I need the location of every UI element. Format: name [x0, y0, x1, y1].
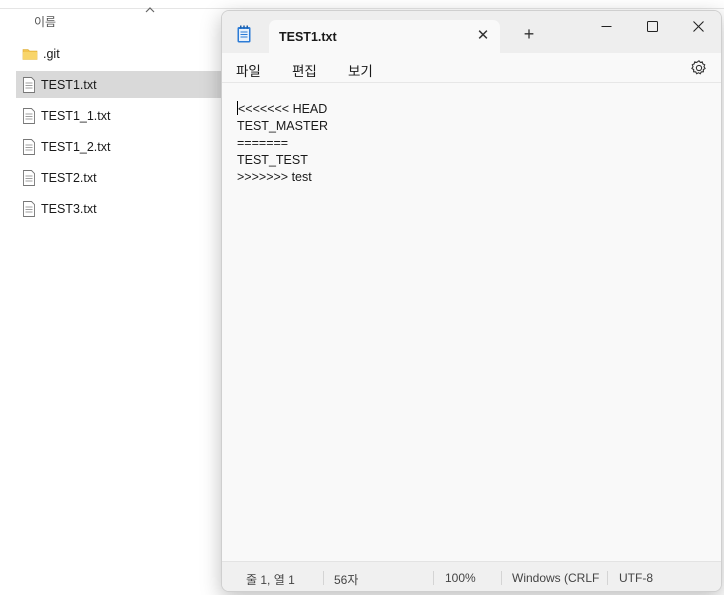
notepad-app-icon: [237, 25, 251, 43]
status-zoom[interactable]: 100%: [445, 571, 476, 585]
editor-line: TEST_MASTER: [237, 119, 328, 133]
file-item-test1-1[interactable]: TEST1_1.txt: [16, 102, 226, 129]
minimize-icon: [601, 25, 611, 27]
file-item-test1-2[interactable]: TEST1_2.txt: [16, 133, 226, 160]
status-char-count: 56자: [334, 573, 359, 587]
column-header-name[interactable]: 이름: [34, 13, 56, 30]
editor-line: >>>>>>> test: [237, 170, 312, 184]
menu-bar: 파일 편집 보기: [222, 53, 721, 83]
menu-file[interactable]: 파일: [236, 60, 261, 80]
file-name: TEST2.txt: [41, 170, 97, 185]
editor-line: <<<<<<< HEAD: [237, 101, 328, 116]
file-item-test1[interactable]: TEST1.txt: [16, 71, 226, 98]
header-divider: [0, 8, 724, 9]
maximize-button[interactable]: [629, 11, 675, 41]
text-file-icon: [23, 76, 35, 93]
text-file-icon: [23, 138, 35, 155]
tab-test1[interactable]: TEST1.txt ✕: [269, 20, 500, 53]
text-file-icon: [23, 169, 35, 186]
gear-icon[interactable]: [690, 59, 708, 77]
status-line-ending[interactable]: Windows (CRLF): [512, 571, 599, 585]
tab-title: TEST1.txt: [279, 30, 337, 44]
text-editor[interactable]: <<<<<<< HEAD TEST_MASTER ======= TEST_TE…: [222, 84, 721, 560]
close-icon: [692, 20, 704, 32]
close-window-button[interactable]: [675, 11, 721, 41]
menu-view[interactable]: 보기: [348, 60, 373, 80]
file-item-test2[interactable]: TEST2.txt: [16, 164, 226, 191]
maximize-icon: [646, 20, 658, 32]
status-encoding[interactable]: UTF-8: [619, 571, 653, 585]
file-name: TEST1_1.txt: [41, 108, 111, 123]
status-divider: [607, 571, 608, 585]
editor-line: =======: [237, 136, 289, 150]
menu-edit[interactable]: 편집: [292, 60, 317, 80]
sort-up-icon[interactable]: [145, 5, 155, 15]
folder-icon: [22, 48, 38, 60]
minimize-button[interactable]: [583, 11, 629, 41]
status-cursor-position[interactable]: 줄 1, 열 1: [246, 571, 295, 588]
file-name: TEST1_2.txt: [41, 139, 111, 154]
editor-line: TEST_TEST: [237, 153, 308, 167]
file-name: .git: [43, 46, 60, 61]
file-item-test3[interactable]: TEST3.txt: [16, 195, 226, 222]
status-divider: [323, 571, 324, 585]
title-bar[interactable]: TEST1.txt ✕ +: [222, 11, 721, 53]
status-bar: 줄 1, 열 1 56자 100% Windows (CRLF) UTF-8: [222, 561, 721, 591]
text-file-icon: [23, 200, 35, 217]
file-name: TEST1.txt: [41, 77, 97, 92]
tab-close-icon[interactable]: ✕: [474, 27, 492, 45]
text-file-icon: [23, 107, 35, 124]
file-name: TEST3.txt: [41, 201, 97, 216]
file-item-git[interactable]: .git: [16, 40, 226, 67]
status-divider: [501, 571, 502, 585]
status-divider: [433, 571, 434, 585]
new-tab-button[interactable]: +: [520, 25, 538, 43]
notepad-window: TEST1.txt ✕ + 파일 편집 보기 <<<<<<< HEAD TEST…: [221, 10, 722, 592]
